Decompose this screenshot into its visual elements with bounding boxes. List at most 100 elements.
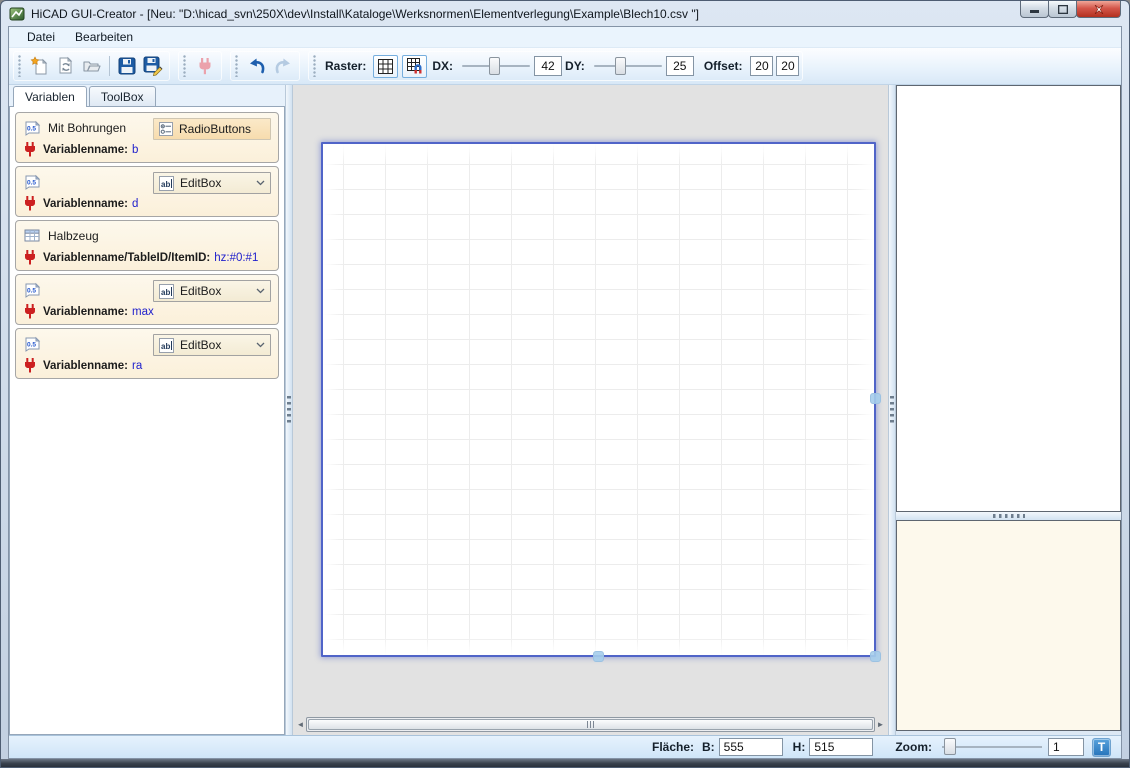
grid-toggle-button[interactable] bbox=[373, 55, 398, 78]
table-icon bbox=[24, 229, 41, 244]
width-field[interactable] bbox=[719, 738, 783, 756]
splitter-grip[interactable] bbox=[287, 396, 291, 424]
dx-value-field[interactable] bbox=[534, 56, 562, 76]
properties-panel[interactable] bbox=[896, 85, 1121, 512]
resize-handle-bottom[interactable] bbox=[593, 651, 604, 662]
toolbar-separator bbox=[109, 56, 110, 76]
tab-variablen[interactable]: Variablen bbox=[13, 86, 87, 107]
right-horizontal-splitter[interactable] bbox=[896, 512, 1121, 520]
app-icon bbox=[9, 6, 25, 22]
reload-file-button[interactable] bbox=[53, 53, 79, 79]
editbox-dropdown[interactable]: ab EditBox bbox=[153, 172, 271, 194]
zoom-slider-groove[interactable] bbox=[942, 746, 1042, 748]
control-type-label: EditBox bbox=[180, 338, 221, 352]
connect-plug-button[interactable] bbox=[192, 53, 218, 79]
plug-icon bbox=[24, 196, 36, 211]
redo-icon bbox=[273, 57, 293, 75]
zoom-value-field[interactable] bbox=[1048, 738, 1084, 756]
title-bar[interactable]: HiCAD GUI-Creator - [Neu: "D:\hicad_svn\… bbox=[1, 1, 1129, 26]
value-note-icon: 0.5 bbox=[24, 282, 41, 299]
var-name-value: hz:#0:#1 bbox=[214, 252, 258, 264]
radiobuttons-control[interactable]: RadioButtons bbox=[153, 118, 271, 140]
variable-card-hz[interactable]: Halbzeug Variablenname/TableID/ItemID: h… bbox=[15, 220, 279, 271]
variable-caption: Mit Bohrungen bbox=[48, 121, 126, 135]
grid-snap-toggle-button[interactable] bbox=[402, 55, 427, 78]
new-file-icon bbox=[30, 56, 50, 76]
editbox-dropdown[interactable]: ab EditBox bbox=[153, 334, 271, 356]
reload-file-icon bbox=[56, 56, 76, 76]
toolbar-grip[interactable] bbox=[18, 55, 22, 77]
toolbar-grip[interactable] bbox=[235, 55, 239, 77]
svg-text:0.5: 0.5 bbox=[27, 179, 36, 186]
scrollbar-thumb[interactable] bbox=[308, 719, 873, 730]
redo-button[interactable] bbox=[270, 53, 296, 79]
dx-slider-thumb[interactable] bbox=[489, 57, 500, 75]
tab-toolbox[interactable]: ToolBox bbox=[89, 86, 156, 106]
flaeche-label: Fläche: bbox=[652, 740, 694, 754]
save-as-button[interactable] bbox=[140, 53, 166, 79]
svg-text:0.5: 0.5 bbox=[27, 287, 36, 294]
variable-card-max[interactable]: 0.5 ab EditBox bbox=[15, 274, 279, 325]
maximize-button[interactable] bbox=[1048, 1, 1077, 18]
plug-icon bbox=[24, 250, 36, 265]
main-area: Variablen ToolBox 0.5 bbox=[9, 85, 1121, 735]
toolbar-grip[interactable] bbox=[183, 55, 187, 77]
splitter-grip[interactable] bbox=[993, 514, 1025, 518]
dy-slider-thumb[interactable] bbox=[615, 57, 626, 75]
height-field[interactable] bbox=[809, 738, 873, 756]
text-mode-button[interactable]: T bbox=[1092, 738, 1111, 757]
variable-card-d[interactable]: 0.5 ab EditBox bbox=[15, 166, 279, 217]
open-folder-button[interactable] bbox=[79, 53, 105, 79]
var-name-value: d bbox=[132, 198, 138, 210]
chevron-down-icon bbox=[256, 288, 265, 294]
close-button[interactable] bbox=[1076, 1, 1121, 18]
var-name-value: ra bbox=[132, 360, 142, 372]
save-button[interactable] bbox=[114, 53, 140, 79]
text-mode-button-label: T bbox=[1098, 740, 1105, 754]
grid-snap-icon bbox=[407, 58, 423, 74]
control-type-label: EditBox bbox=[180, 284, 221, 298]
splitter-grip[interactable] bbox=[890, 396, 894, 424]
control-type-label: EditBox bbox=[180, 176, 221, 190]
chevron-down-icon bbox=[256, 180, 265, 186]
dy-slider-groove[interactable] bbox=[594, 65, 662, 67]
save-icon bbox=[118, 57, 136, 75]
menu-bearbeiten[interactable]: Bearbeiten bbox=[65, 28, 143, 46]
editbox-icon: ab bbox=[159, 284, 174, 299]
grid-icon bbox=[378, 59, 393, 74]
undo-button[interactable] bbox=[244, 53, 270, 79]
variable-card-b[interactable]: 0.5 Mit Bohrungen bbox=[15, 112, 279, 163]
minimize-button[interactable] bbox=[1020, 1, 1049, 18]
horizontal-scrollbar[interactable]: ◄ ► bbox=[295, 717, 886, 732]
new-file-button[interactable] bbox=[27, 53, 53, 79]
preview-panel[interactable] bbox=[896, 520, 1121, 731]
var-name-label: Variablenname: bbox=[43, 306, 128, 318]
zoom-slider[interactable] bbox=[942, 738, 1042, 756]
toolbar-grip[interactable] bbox=[313, 55, 317, 77]
variables-list: 0.5 Mit Bohrungen bbox=[9, 106, 285, 735]
left-splitter[interactable] bbox=[285, 85, 293, 735]
dy-slider[interactable] bbox=[594, 56, 662, 76]
open-folder-icon bbox=[82, 56, 102, 76]
var-name-label: Variablenname/TableID/ItemID: bbox=[43, 252, 210, 264]
scroll-right-arrow[interactable]: ► bbox=[875, 717, 886, 732]
offset-y-field[interactable] bbox=[776, 56, 799, 76]
status-bar: Fläche: B: H: Zoom: T bbox=[9, 735, 1121, 758]
resize-handle-corner[interactable] bbox=[870, 651, 881, 662]
dy-value-field[interactable] bbox=[666, 56, 694, 76]
dx-slider[interactable] bbox=[462, 56, 530, 76]
scroll-left-arrow[interactable]: ◄ bbox=[295, 717, 306, 732]
design-canvas[interactable]: ◄ ► bbox=[293, 85, 888, 735]
svg-text:ab: ab bbox=[161, 342, 170, 351]
toolbar-group-raster: Raster: DX: bbox=[308, 51, 803, 81]
zoom-slider-thumb[interactable] bbox=[944, 738, 956, 755]
editbox-dropdown[interactable]: ab EditBox bbox=[153, 280, 271, 302]
form-surface[interactable] bbox=[321, 142, 876, 657]
menu-datei[interactable]: Datei bbox=[17, 28, 65, 46]
resize-handle-right[interactable] bbox=[870, 393, 881, 404]
offset-x-field[interactable] bbox=[750, 56, 773, 76]
scrollbar-track[interactable] bbox=[306, 717, 875, 732]
variable-card-ra[interactable]: 0.5 ab EditBox bbox=[15, 328, 279, 379]
toolbar-group-edit bbox=[230, 51, 300, 81]
right-splitter[interactable] bbox=[888, 85, 896, 735]
